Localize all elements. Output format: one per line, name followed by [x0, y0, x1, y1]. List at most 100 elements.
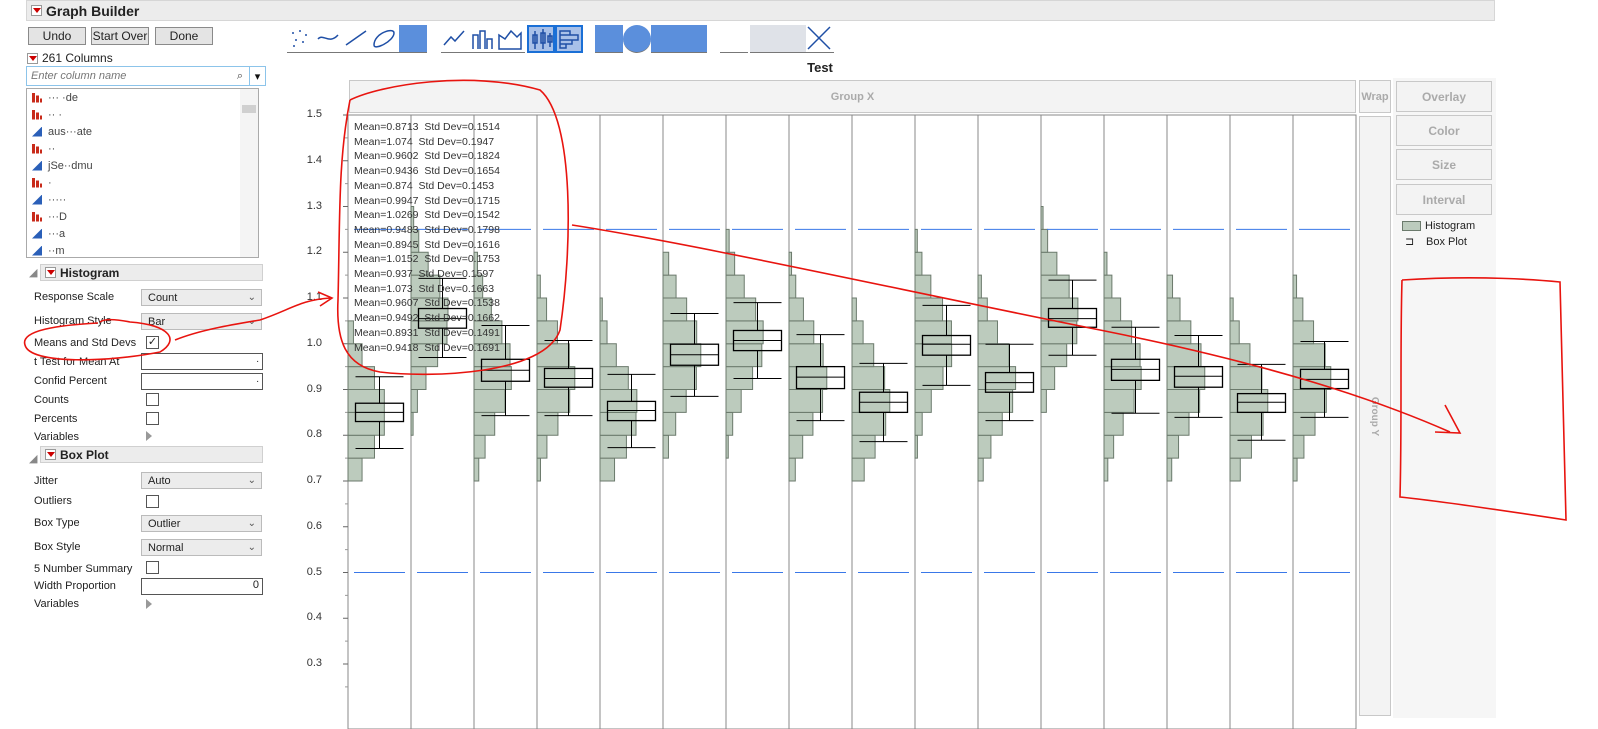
histogram-bar	[662, 389, 687, 413]
histogram-bar	[1103, 297, 1122, 322]
histogram-bar	[599, 320, 608, 345]
histogram-bar	[1040, 366, 1056, 390]
histogram-bar	[725, 228, 730, 253]
histogram-bar	[347, 389, 385, 413]
histogram-bar	[788, 251, 793, 276]
histogram-bar	[662, 366, 697, 390]
histogram-bar	[1103, 434, 1115, 459]
histogram-bar	[410, 389, 418, 413]
histogram-bar	[347, 320, 354, 345]
histogram-bar	[725, 411, 734, 436]
mean-std-text: Mean=1.0269 Std Dev=0.1542	[354, 209, 500, 222]
histogram-bar	[914, 366, 944, 390]
histogram-bar	[788, 457, 796, 482]
histogram-bar	[662, 320, 698, 345]
histogram-bar	[1103, 389, 1135, 413]
histogram-bar	[914, 274, 932, 299]
mean-std-text: Mean=1.073 Std Dev=0.1663	[354, 282, 495, 295]
histogram-bar	[662, 434, 669, 459]
histogram-bar	[725, 389, 742, 413]
histogram-bar	[1103, 457, 1109, 482]
histogram-bar	[599, 366, 629, 390]
histogram-bar	[1040, 251, 1058, 276]
histogram-bar	[536, 389, 571, 413]
histogram-bar	[788, 434, 804, 459]
histogram-bar	[1229, 457, 1241, 482]
histogram-bar	[1040, 228, 1049, 253]
histogram-bar	[1166, 457, 1173, 482]
histogram-bar	[347, 366, 375, 390]
histogram-bar	[410, 366, 427, 390]
histogram-bar	[1229, 411, 1264, 436]
mean-std-text: Mean=1.0152 Std Dev=0.1753	[354, 253, 500, 266]
histogram-bar	[725, 251, 736, 276]
histogram-bar	[1229, 366, 1263, 390]
histogram-bar	[662, 297, 688, 322]
mean-std-text: Mean=0.8945 Std Dev=0.1616	[354, 238, 500, 251]
histogram-bar	[914, 411, 923, 436]
histogram-bar	[347, 411, 385, 436]
histogram-bar	[536, 457, 541, 482]
histogram-bar	[977, 457, 984, 482]
histogram-bar	[1166, 320, 1192, 345]
histogram-bar	[788, 366, 828, 390]
histogram-bar	[725, 297, 757, 322]
histogram-bar	[1166, 297, 1181, 322]
histogram-bar	[977, 274, 982, 299]
histogram-bar	[347, 457, 363, 482]
histogram-bar	[1103, 343, 1141, 368]
histogram-bar	[1103, 320, 1133, 345]
histogram-bar	[599, 297, 603, 322]
histogram-bar	[851, 411, 887, 436]
histogram-bar	[536, 297, 548, 322]
histogram-bar	[1292, 366, 1332, 390]
histogram-bar	[599, 411, 637, 436]
histogram-bar	[977, 411, 1003, 436]
histogram-bar	[725, 343, 763, 368]
histogram-bar	[851, 389, 891, 413]
histogram-bar	[914, 389, 932, 413]
histogram-bar	[914, 320, 952, 345]
histogram-bar	[725, 274, 745, 299]
histogram-bar	[1229, 320, 1240, 345]
histogram-bar	[1292, 297, 1304, 322]
histogram-bar	[536, 434, 548, 459]
mean-std-text: Mean=0.9483 Std Dev=0.1798	[354, 223, 500, 236]
histogram-bar	[914, 228, 918, 253]
mean-std-text: Mean=0.8931 Std Dev=0.1491	[354, 326, 500, 339]
histogram-bar	[1166, 343, 1202, 368]
mean-std-text: Mean=1.074 Std Dev=0.1947	[354, 135, 495, 148]
histogram-bar	[1292, 320, 1315, 345]
histogram-bar	[977, 434, 992, 459]
histogram-bar	[914, 434, 918, 459]
histogram-bar	[1040, 206, 1044, 230]
histogram-bar	[788, 343, 824, 368]
histogram-bar	[1166, 411, 1190, 436]
histogram-bar	[410, 411, 414, 436]
histogram-bar	[1040, 389, 1047, 413]
histogram-bar	[725, 434, 729, 459]
histogram-bar	[1103, 274, 1113, 299]
mean-std-text: Mean=0.9602 Std Dev=0.1824	[354, 150, 500, 163]
histogram-bar	[1292, 389, 1327, 413]
mean-std-text: Mean=0.9492 Std Dev=0.1662	[354, 312, 500, 325]
histogram-bar	[977, 389, 1014, 413]
histogram-bar	[1229, 434, 1252, 459]
histogram-bar	[662, 251, 670, 276]
histogram-bar	[1166, 274, 1174, 299]
histogram-bar	[1040, 320, 1078, 345]
histogram-bar	[599, 434, 627, 459]
histogram-bar	[914, 251, 923, 276]
histogram-bar	[1166, 366, 1206, 390]
histogram-bar	[1229, 343, 1251, 368]
mean-std-text: Mean=0.9607 Std Dev=0.1538	[354, 297, 500, 310]
histogram-bar	[1166, 389, 1201, 413]
histogram-bar	[662, 411, 677, 436]
histogram-bar	[977, 343, 1010, 368]
histogram-bar	[851, 434, 876, 459]
histogram-bar	[599, 457, 616, 482]
histogram-bar	[473, 434, 486, 459]
histogram-bar	[1292, 274, 1298, 299]
mean-std-text: Mean=0.9418 Std Dev=0.1691	[354, 341, 500, 354]
histogram-bar	[788, 389, 824, 413]
